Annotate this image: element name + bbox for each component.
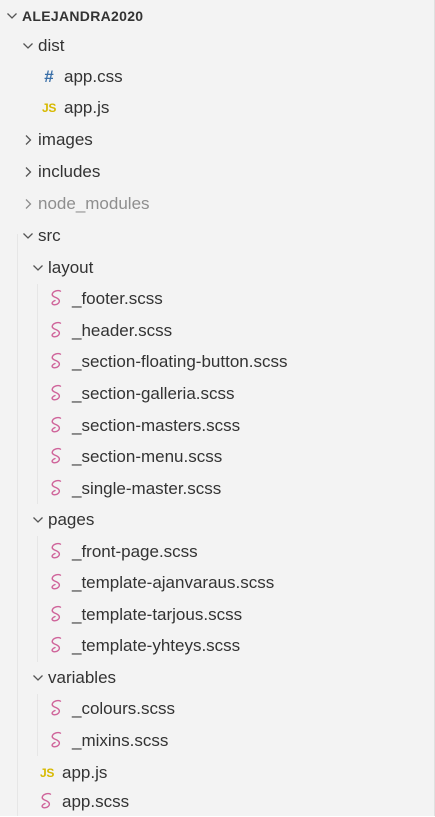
tree-file-header-scss[interactable]: _header.scss [0, 315, 435, 346]
sass-icon [46, 447, 68, 467]
tree-item-label: _template-yhteys.scss [72, 635, 241, 655]
chevron-right-icon [18, 162, 38, 182]
tree-item-label: _section-galleria.scss [72, 383, 235, 403]
tree-folder-variables[interactable]: variables [0, 662, 435, 693]
tree-item-label: app.js [62, 762, 108, 782]
tree-file-section-masters-scss[interactable]: _section-masters.scss [0, 410, 435, 441]
sass-icon [46, 605, 68, 625]
tree-file-mixins-scss[interactable]: _mixins.scss [0, 725, 435, 756]
sass-icon [46, 384, 68, 404]
tree-file-footer-scss[interactable]: _footer.scss [0, 283, 435, 314]
chevron-down-icon [2, 6, 22, 26]
file-explorer: ALEJANDRA2020 dist # app.css JS app.js i… [0, 0, 435, 816]
tree-item-label: _section-masters.scss [72, 415, 241, 435]
tree-item-label: src [38, 225, 61, 245]
tree-item-label: app.js [64, 97, 110, 117]
tree-item-label: variables [48, 667, 117, 687]
sass-icon [46, 699, 68, 719]
chevron-down-icon [18, 36, 38, 56]
tree-item-label: _header.scss [72, 320, 173, 340]
tree-file-template-ajanvaraus-scss[interactable]: _template-ajanvaraus.scss [0, 567, 435, 598]
sass-icon [46, 479, 68, 499]
tree-file-template-tarjous-scss[interactable]: _template-tarjous.scss [0, 599, 435, 630]
tree-item-label: dist [38, 35, 65, 55]
tree-folder-src[interactable]: src [0, 220, 435, 251]
tree-item-label: _footer.scss [72, 288, 163, 308]
tree-folder-node-modules[interactable]: node_modules [0, 188, 435, 219]
chevron-down-icon [28, 668, 48, 688]
chevron-right-icon [18, 130, 38, 150]
tree-item-label: _section-floating-button.scss [72, 351, 288, 371]
sass-icon [46, 352, 68, 372]
tree-item-label: images [38, 129, 93, 149]
tree-file-single-master-scss[interactable]: _single-master.scss [0, 473, 435, 504]
tree-file-section-menu-scss[interactable]: _section-menu.scss [0, 441, 435, 472]
tree-item-label: _single-master.scss [72, 478, 222, 498]
tree-file-front-page-scss[interactable]: _front-page.scss [0, 536, 435, 567]
tree-item-label: layout [48, 257, 94, 277]
tree-file-section-floating-button-scss[interactable]: _section-floating-button.scss [0, 346, 435, 377]
sass-icon [46, 573, 68, 593]
tree-file-app-js[interactable]: JS app.js [0, 92, 435, 123]
tree-item-label: app.scss [62, 791, 130, 811]
tree-item-label: node_modules [38, 193, 150, 213]
tree-file-section-galleria-scss[interactable]: _section-galleria.scss [0, 378, 435, 409]
tree-folder-images[interactable]: images [0, 124, 435, 155]
tree-item-label: _front-page.scss [72, 541, 198, 561]
sass-icon [46, 542, 68, 562]
tree-file-template-yhteys-scss[interactable]: _template-yhteys.scss [0, 630, 435, 661]
chevron-down-icon [28, 510, 48, 530]
tree-item-label: app.css [64, 66, 123, 86]
tree-item-label: _template-ajanvaraus.scss [72, 572, 275, 592]
tree-file-colours-scss[interactable]: _colours.scss [0, 693, 435, 724]
tree-file-src-app-scss[interactable]: app.scss [0, 786, 435, 817]
tree-folder-includes[interactable]: includes [0, 156, 435, 187]
tree-file-src-app-js[interactable]: JS app.js [0, 757, 435, 788]
tree-item-label: _section-menu.scss [72, 446, 223, 466]
chevron-right-icon [18, 194, 38, 214]
sass-icon [46, 731, 68, 751]
js-icon: JS [39, 765, 55, 780]
js-icon: JS [41, 100, 57, 115]
sass-icon [46, 416, 68, 436]
tree-folder-dist[interactable]: dist [0, 30, 435, 61]
tree-item-label: includes [38, 161, 101, 181]
sass-icon [46, 636, 68, 656]
sass-icon [36, 792, 58, 812]
css-hash-icon: # [44, 66, 54, 86]
sass-icon [46, 289, 68, 309]
chevron-down-icon [18, 226, 38, 246]
tree-item-label: _colours.scss [72, 698, 175, 718]
tree-item-label: _template-tarjous.scss [72, 604, 243, 624]
tree-folder-pages[interactable]: pages [0, 504, 435, 535]
tree-item-label: pages [48, 509, 95, 529]
root-folder-header[interactable]: ALEJANDRA2020 [0, 3, 435, 29]
tree-item-label: _mixins.scss [72, 730, 169, 750]
tree-folder-layout[interactable]: layout [0, 252, 435, 283]
tree-file-app-css[interactable]: # app.css [0, 61, 435, 92]
chevron-down-icon [28, 258, 48, 278]
root-folder-label: ALEJANDRA2020 [22, 8, 144, 24]
sass-icon [46, 321, 68, 341]
